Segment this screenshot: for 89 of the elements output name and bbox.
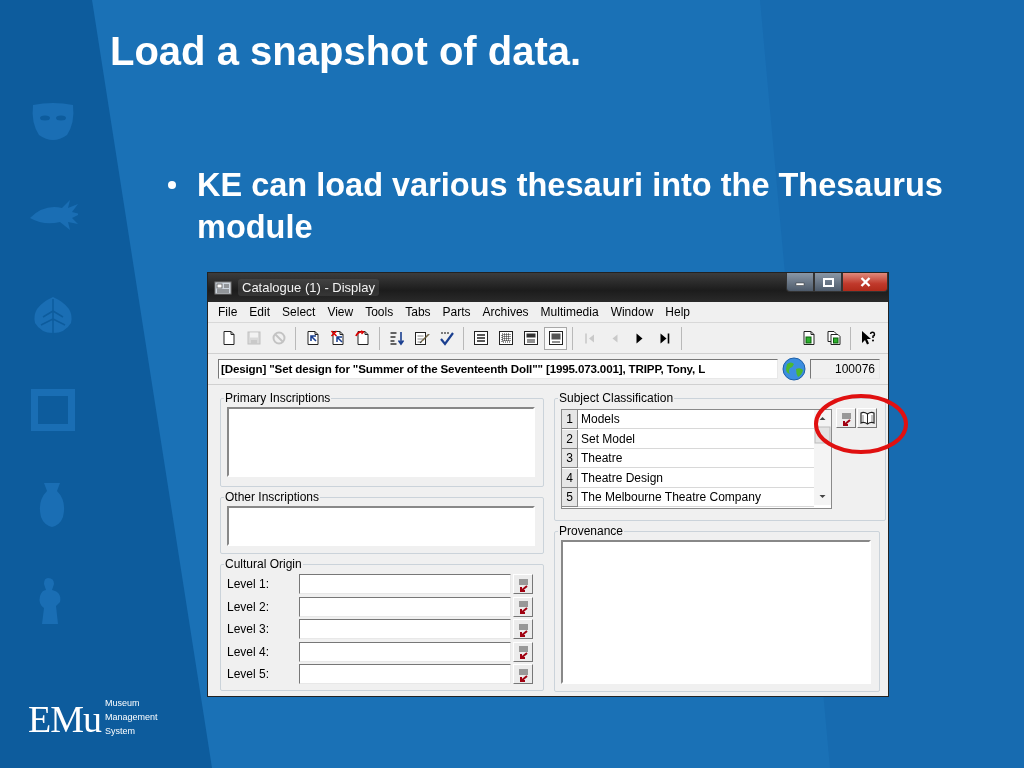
sort-icon [388, 330, 405, 346]
list-view-icon [472, 330, 489, 346]
close-icon [859, 277, 871, 287]
table-cell[interactable]: The Melbourne Theatre Company [578, 488, 814, 508]
table-cell[interactable]: Set Model [578, 429, 814, 449]
close-button[interactable] [842, 273, 888, 292]
menu-item[interactable]: Archives [476, 303, 535, 321]
prohibited-icon [270, 330, 287, 346]
list-arrow-icon [839, 410, 853, 426]
left-triangle-icon [611, 333, 618, 343]
group-label: Other Inscriptions [224, 490, 321, 504]
group-label: Provenance [558, 524, 625, 538]
lookup-button[interactable] [836, 408, 856, 428]
text-field[interactable] [561, 540, 871, 684]
list-arrow-icon [516, 576, 530, 592]
bullet-text: KE can load various thesauri into the Thesaurus module [197, 166, 944, 247]
text-field[interactable] [299, 596, 511, 617]
row-number: 3 [562, 449, 578, 469]
record-number-field[interactable]: 100076 [810, 359, 880, 379]
bullet-dot [168, 181, 176, 189]
thesaurus-button[interactable] [857, 408, 877, 428]
record-summary-field[interactable]: [Design] "Set design for "Summer of the Seventeenth Doll"" [1995.073.001], TRIPP, Tony, L [218, 359, 778, 379]
list-arrow-icon [516, 621, 530, 637]
menu-item[interactable]: File [212, 303, 244, 321]
maximize-icon [822, 277, 834, 287]
image-view-icon [547, 330, 564, 346]
list-arrow-icon [516, 599, 530, 615]
skip-end-icon [659, 332, 670, 344]
field-label: Level 5: [227, 667, 271, 682]
slide-title: Load a snapshot of data. [110, 30, 583, 72]
two-pages-icon [825, 330, 842, 346]
menu-item[interactable]: Edit [243, 303, 277, 321]
page-cross-icon [329, 330, 346, 346]
minimize-button[interactable] [786, 273, 814, 292]
globe-icon[interactable] [782, 357, 806, 381]
menu-item[interactable]: Select [276, 303, 322, 321]
text-field[interactable] [299, 574, 511, 595]
menu-item[interactable]: Window [604, 303, 660, 321]
menu-item[interactable]: View [321, 303, 360, 321]
lookup-button[interactable] [513, 574, 533, 595]
menu-item[interactable]: Tools [359, 303, 400, 321]
skip-start-icon [584, 332, 595, 344]
lookup-button[interactable] [513, 596, 533, 617]
list-arrow-icon [516, 666, 530, 682]
text-field[interactable] [299, 664, 511, 685]
help-pointer-icon [859, 330, 876, 346]
logo-tagline: System [105, 725, 136, 738]
page-arrow-icon [304, 330, 321, 346]
field-label: Level 4: [227, 644, 271, 659]
logo-tagline: Museum [105, 697, 141, 710]
notepad-pencil-icon [413, 330, 430, 346]
field-label: Level 1: [227, 577, 271, 592]
row-number: 2 [562, 429, 578, 449]
list-arrow-icon [516, 644, 530, 660]
table-cell[interactable]: Models [578, 410, 814, 429]
text-field[interactable] [227, 506, 535, 546]
book-icon [859, 411, 875, 425]
table-cell[interactable]: Theatre [578, 449, 814, 469]
text-field[interactable] [299, 619, 511, 640]
table-cell[interactable]: Theatre Design [578, 468, 814, 488]
group-label: Cultural Origin [224, 557, 303, 571]
page-corner-arrow-icon [354, 330, 371, 346]
check-mark-icon [438, 330, 455, 346]
image-view-button[interactable] [544, 326, 567, 350]
group-label: Primary Inscriptions [224, 391, 332, 405]
menu-item[interactable]: Multimedia [534, 303, 605, 321]
menu-item[interactable]: Help [659, 303, 696, 321]
window-title: Catalogue (1) - Display [238, 279, 379, 296]
grid-view-icon [497, 330, 514, 346]
menu-item[interactable]: Parts [436, 303, 477, 321]
page-icon [220, 330, 237, 346]
row-number: 4 [562, 468, 578, 488]
logo-wordmark: EMu [28, 702, 101, 736]
text-field[interactable] [227, 407, 535, 477]
right-triangle-icon [636, 332, 643, 344]
text-field[interactable] [299, 641, 511, 662]
form-view-icon [522, 330, 539, 346]
maximize-button[interactable] [814, 273, 842, 292]
lookup-button[interactable] [513, 664, 533, 685]
field-label: Level 3: [227, 622, 271, 637]
row-number: 5 [562, 488, 578, 508]
app-icon [214, 279, 232, 296]
group-label: Subject Classification [558, 391, 675, 405]
menu-item[interactable]: Tabs [399, 303, 437, 321]
row-number: 1 [562, 410, 578, 429]
lookup-button[interactable] [513, 641, 533, 662]
lookup-button[interactable] [513, 619, 533, 640]
field-label: Level 2: [227, 599, 271, 614]
logo-tagline: Management [105, 711, 158, 724]
